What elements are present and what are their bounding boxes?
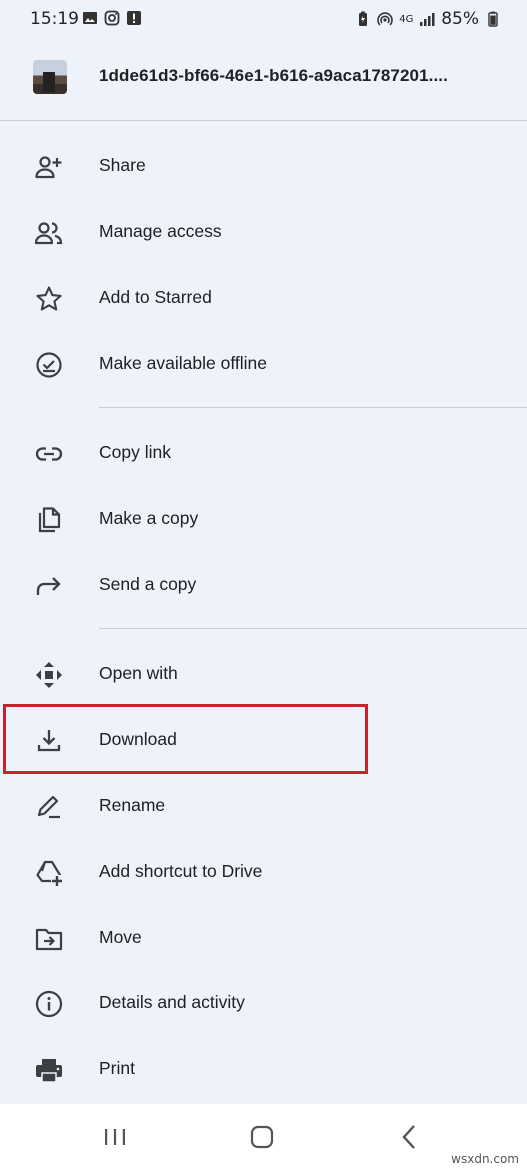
file-header: 1dde61d3-bf66-46e1-b616-a9aca1787201.... <box>0 46 527 108</box>
group-divider <box>99 628 527 629</box>
back-button[interactable] <box>395 1122 425 1152</box>
menu-label-details: Details and activity <box>99 992 245 1012</box>
menu-item-print[interactable]: Print <box>0 1036 527 1102</box>
instagram-icon <box>104 10 120 26</box>
menu-label-print: Print <box>99 1058 135 1078</box>
menu-item-copy-link[interactable]: Copy link <box>0 420 527 486</box>
image-icon <box>83 12 97 24</box>
file-name: 1dde61d3-bf66-46e1-b616-a9aca1787201.... <box>99 66 448 85</box>
copy-icon <box>38 507 61 533</box>
link-icon <box>35 447 63 461</box>
menu-item-move[interactable]: Move <box>0 905 527 971</box>
file-thumbnail <box>33 60 67 94</box>
header-divider <box>0 120 527 121</box>
home-button[interactable] <box>247 1122 277 1152</box>
menu-item-add-starred[interactable]: Add to Starred <box>0 265 527 331</box>
menu-label-share: Share <box>99 155 146 175</box>
menu-label-make-copy: Make a copy <box>99 508 199 528</box>
menu-item-manage-access[interactable]: Manage access <box>0 199 527 265</box>
menu-item-open-with[interactable]: Open with <box>0 641 527 707</box>
menu-item-add-shortcut[interactable]: Add shortcut to Drive <box>0 839 527 905</box>
menu-label-add-shortcut: Add shortcut to Drive <box>99 861 263 881</box>
status-time: 15:19 <box>30 9 79 29</box>
status-bar: 15:19 4G 85% <box>0 0 527 38</box>
menu-item-make-copy[interactable]: Make a copy <box>0 486 527 552</box>
offline-check-icon <box>36 352 62 378</box>
menu-label-open-with: Open with <box>99 663 178 683</box>
menu-label-offline: Make available offline <box>99 353 267 373</box>
forward-arrow-icon <box>36 577 61 595</box>
menu-label-send-copy: Send a copy <box>99 574 197 594</box>
menu-item-rename[interactable]: Rename <box>0 773 527 839</box>
bottom-sheet: 15:19 4G 85% 1dde61d3-bf66-46e1-b616-a9a… <box>0 0 527 1104</box>
menu-label-manage-access: Manage access <box>99 221 222 241</box>
star-icon <box>36 286 62 311</box>
menu-label-rename: Rename <box>99 795 166 815</box>
menu-item-offline[interactable]: Make available offline <box>0 331 527 397</box>
battery-percent: 85% <box>441 9 479 29</box>
alert-icon <box>127 11 141 25</box>
open-with-icon <box>36 662 62 688</box>
people-icon <box>34 222 63 245</box>
battery-icon <box>488 11 498 27</box>
group-divider <box>99 407 527 408</box>
hotspot-icon <box>377 12 393 26</box>
menu-label-download: Download <box>99 729 177 749</box>
printer-icon <box>36 1059 62 1083</box>
menu-item-details[interactable]: Details and activity <box>0 970 527 1036</box>
watermark: wsxdn.com <box>451 1152 519 1166</box>
battery-saver-icon <box>359 11 368 26</box>
move-folder-icon <box>35 928 63 951</box>
info-icon <box>35 990 63 1018</box>
system-nav-bar: wsxdn.com <box>0 1104 527 1170</box>
drive-shortcut-icon <box>36 860 63 887</box>
signal-icon <box>420 13 435 26</box>
menu-item-download[interactable]: Download <box>0 707 527 773</box>
pencil-icon <box>37 795 60 819</box>
network-type: 4G <box>399 13 414 25</box>
menu-item-share[interactable]: Share <box>0 133 527 199</box>
add-person-icon <box>35 156 62 179</box>
menu-label-add-starred: Add to Starred <box>99 287 212 307</box>
menu-label-move: Move <box>99 927 142 947</box>
menu-label-copy-link: Copy link <box>99 442 171 462</box>
download-icon <box>37 730 61 752</box>
recent-apps-button[interactable] <box>100 1122 130 1152</box>
menu-item-send-copy[interactable]: Send a copy <box>0 552 527 618</box>
